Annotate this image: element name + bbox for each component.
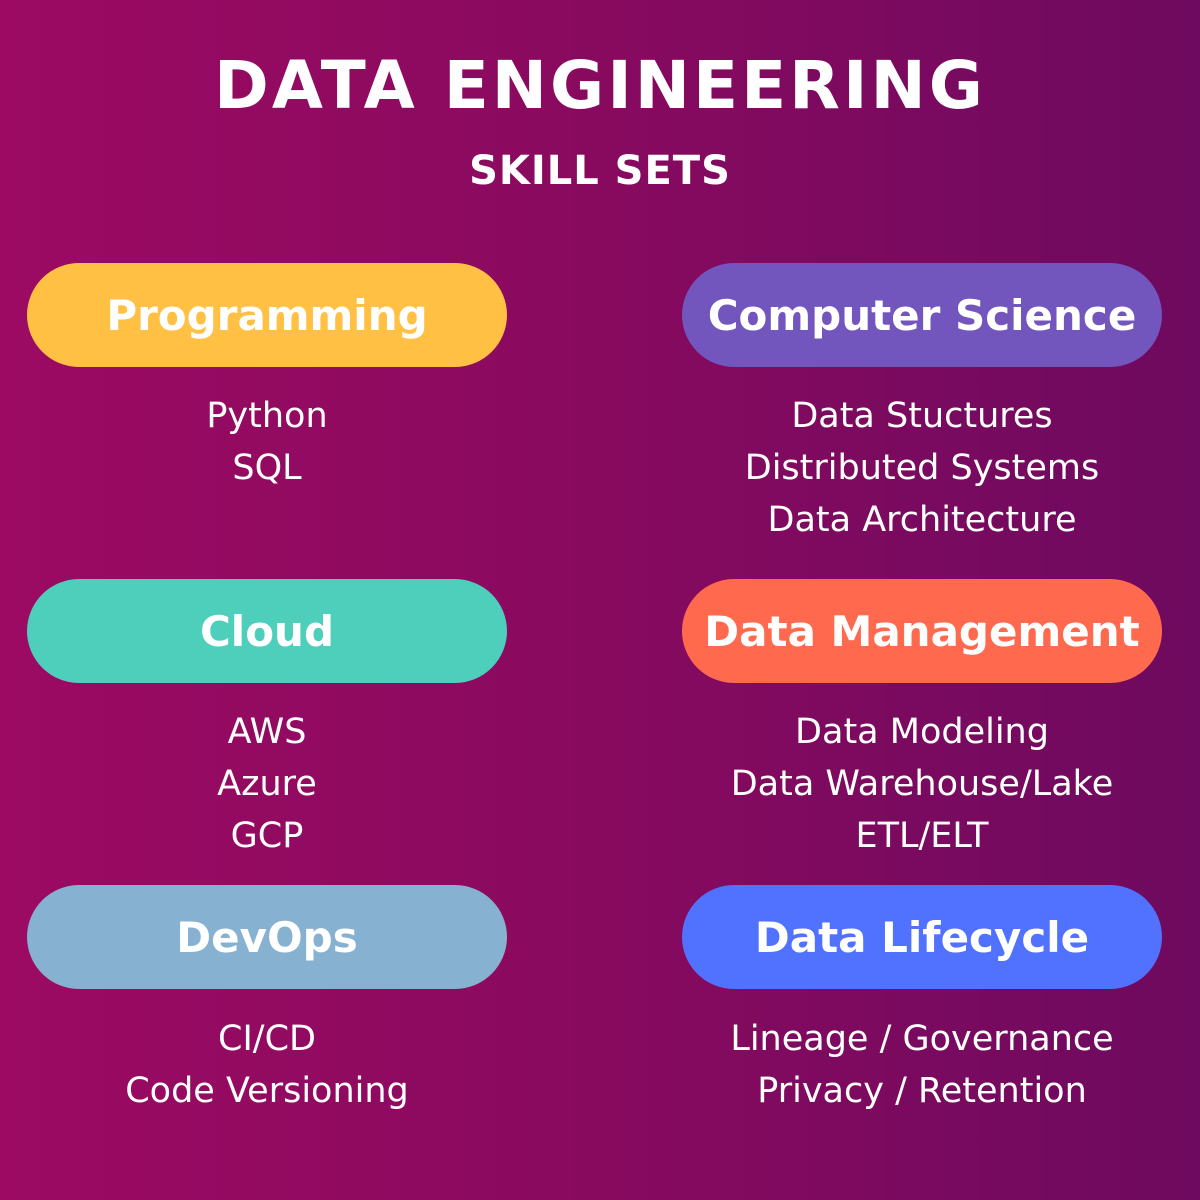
skill-item: Privacy / Retention	[757, 1071, 1087, 1111]
skill-item: SQL	[232, 448, 302, 488]
skill-item: Lineage / Governance	[730, 1019, 1114, 1059]
skill-item: Data Warehouse/Lake	[730, 764, 1114, 804]
skill-item: Data Architecture	[767, 500, 1077, 540]
skill-item: ETL/ELT	[855, 816, 989, 856]
page-subtitle: SKILL SETS	[469, 148, 731, 194]
skill-list-computer-science: Data Stuctures Distributed Systems Data …	[682, 390, 1162, 546]
skill-item: Distributed Systems	[744, 448, 1100, 488]
skill-list-data-lifecycle: Lineage / Governance Privacy / Retention	[682, 1013, 1162, 1117]
skill-item: Data Stuctures	[791, 396, 1053, 436]
skill-list-devops: CI/CD Code Versioning	[27, 1013, 507, 1117]
skill-item: Python	[206, 396, 328, 436]
category-pill-cloud: Cloud	[27, 579, 507, 683]
skill-item: Azure	[217, 764, 317, 804]
category-pill-programming: Programming	[27, 263, 507, 367]
skill-list-data-management: Data Modeling Data Warehouse/Lake ETL/EL…	[682, 706, 1162, 862]
category-pill-data-management: Data Management	[682, 579, 1162, 683]
page-title: DATA ENGINEERING	[214, 47, 986, 124]
category-pill-computer-science: Computer Science	[682, 263, 1162, 367]
skill-item: GCP	[230, 816, 304, 856]
infographic-canvas: DATA ENGINEERING SKILL SETS Programming …	[0, 0, 1200, 1200]
skill-list-cloud: AWS Azure GCP	[27, 706, 507, 862]
skill-item: CI/CD	[218, 1019, 316, 1059]
category-pill-devops: DevOps	[27, 885, 507, 989]
skill-item: AWS	[227, 712, 307, 752]
skill-list-programming: Python SQL	[27, 390, 507, 494]
category-pill-data-lifecycle: Data Lifecycle	[682, 885, 1162, 989]
skill-item: Data Modeling	[795, 712, 1049, 752]
skill-item: Code Versioning	[125, 1071, 409, 1111]
